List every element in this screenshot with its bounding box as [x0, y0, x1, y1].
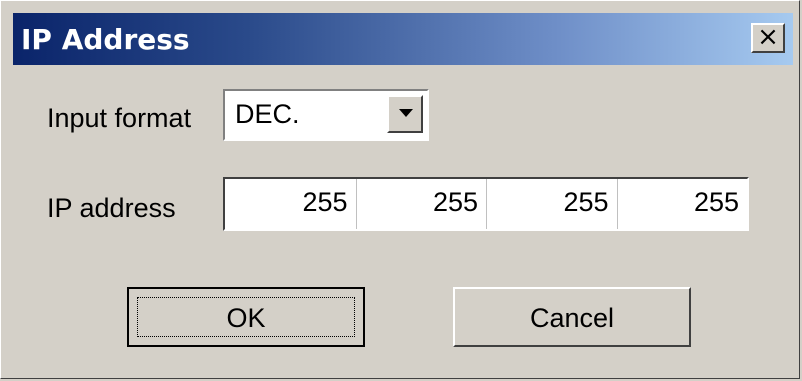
cancel-button[interactable]: Cancel — [453, 287, 691, 347]
ip-address-dialog: IP Address × Input format DEC. IP addres… — [0, 0, 800, 379]
ok-button[interactable]: OK — [127, 287, 365, 347]
window-title: IP Address — [21, 23, 190, 56]
ip-octet-4[interactable]: 255 — [616, 179, 748, 229]
close-button[interactable]: × — [751, 23, 785, 53]
ip-octet-2[interactable]: 255 — [355, 179, 487, 229]
cancel-button-label: Cancel — [529, 303, 615, 333]
input-format-label: Input format — [47, 103, 192, 133]
input-format-value: DEC. — [235, 99, 300, 129]
ip-address-label: IP address — [47, 193, 176, 223]
ip-address-field[interactable]: 255 255 255 255 — [223, 177, 749, 231]
ip-octet-3[interactable]: 255 — [486, 179, 617, 229]
title-bar[interactable]: IP Address × — [13, 13, 793, 65]
chevron-down-icon[interactable] — [387, 95, 423, 133]
ip-octet-1[interactable]: 255 — [225, 179, 356, 229]
input-format-select[interactable]: DEC. — [223, 89, 429, 141]
close-icon: × — [757, 22, 779, 52]
ok-button-label: OK — [226, 303, 266, 333]
